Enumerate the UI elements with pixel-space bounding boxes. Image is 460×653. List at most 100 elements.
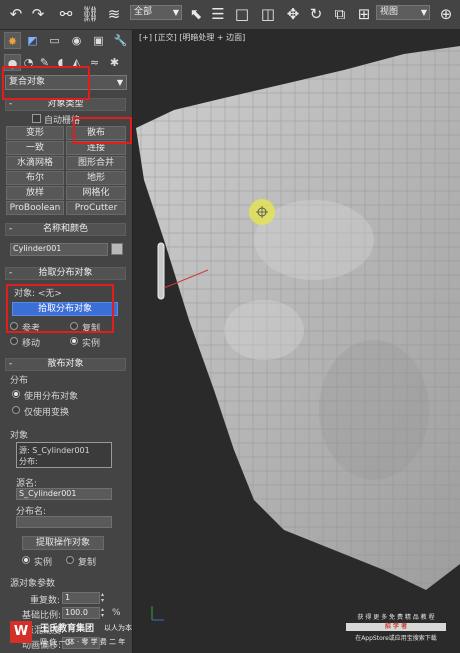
select-by-name-icon[interactable]: ☰: [208, 4, 228, 24]
reference-radio[interactable]: [10, 322, 18, 330]
unlink-icon[interactable]: ⛓: [80, 4, 100, 24]
redo-icon[interactable]: ↷: [28, 4, 48, 24]
bind-space-warp-icon[interactable]: ≋: [104, 4, 124, 24]
move-icon[interactable]: ✥: [283, 4, 303, 24]
cylinder-object[interactable]: [157, 242, 165, 300]
morph-button[interactable]: 变形: [6, 126, 64, 140]
pick-distribution-rollout-header[interactable]: - 拾取分布对象: [5, 267, 126, 280]
rect-select-icon[interactable]: □: [232, 4, 252, 24]
autogrid-checkbox[interactable]: [32, 114, 41, 123]
instance-radio[interactable]: [70, 337, 78, 345]
viewport-front[interactable]: [+] [正交] [明暗处理 + 边面]: [134, 30, 460, 653]
geometry-icon[interactable]: ●: [4, 54, 21, 71]
command-panel-tabs: ✸ ◩ ▭ ◉ ▣ 🔧: [0, 30, 132, 50]
extract-instance-radio[interactable]: [22, 556, 30, 564]
terrain-surface: [136, 46, 460, 590]
window-crossing-icon[interactable]: ◫: [258, 4, 278, 24]
extract-copy-radio[interactable]: [66, 556, 74, 564]
pick-distribution-button[interactable]: 拾取分布对象: [12, 302, 118, 316]
collapse-icon: -: [9, 359, 13, 369]
brand-slogan: 以人为本: [104, 624, 132, 632]
object-type-rollout-header[interactable]: - 对象类型: [5, 98, 126, 111]
autogrid-label: 自动栅格: [44, 116, 81, 126]
duplicates-spinner[interactable]: ▴ ▾: [101, 592, 107, 604]
terrain-button[interactable]: 地形: [66, 171, 126, 185]
reference-coord-dropdown[interactable]: 视图 ▼: [376, 5, 430, 20]
promo-line-1: 获 得 更 多 免 费 精 品 教 程: [357, 614, 435, 621]
blobmesh-button[interactable]: 水滴网格: [6, 156, 64, 170]
object-type-title: 对象类型: [47, 99, 84, 109]
viewport-scene: [136, 46, 460, 621]
connect-button[interactable]: 连接: [66, 141, 126, 155]
duplicates-input[interactable]: 1: [62, 592, 100, 604]
brand-logo-icon: W: [10, 621, 32, 643]
hierarchy-tab-icon[interactable]: ▭: [46, 32, 63, 49]
chevron-down-icon: ▼: [172, 8, 179, 17]
instance-radio-label: 实例: [82, 339, 101, 349]
space-warps-icon[interactable]: ≈: [86, 54, 103, 71]
view-axis-tripod: [151, 606, 164, 621]
use-distribution-label: 使用分布对象: [24, 392, 79, 402]
collapse-icon: -: [9, 268, 13, 278]
loft-button[interactable]: 放样: [6, 186, 64, 200]
base-scale-spinner[interactable]: ▴ ▾: [101, 607, 107, 619]
copy-radio[interactable]: [70, 322, 78, 330]
operand-distribution-item[interactable]: 分布:: [19, 456, 38, 467]
proboolean-button[interactable]: ProBoolean: [6, 201, 64, 215]
viewport-label[interactable]: [+] [正交] [明暗处理 + 边面]: [139, 32, 245, 43]
motion-tab-icon[interactable]: ◉: [68, 32, 85, 49]
mesher-button[interactable]: 网格化: [66, 186, 126, 200]
conform-button[interactable]: 一致: [6, 141, 64, 155]
use-distribution-radio[interactable]: [12, 390, 20, 398]
select-icon[interactable]: ⬉: [186, 4, 206, 24]
modify-tab-icon[interactable]: ◩: [24, 32, 41, 49]
object-name-input[interactable]: Cylinder001: [10, 243, 108, 256]
objects-group-label: 对象: [10, 431, 29, 441]
utilities-tab-icon[interactable]: 🔧: [112, 32, 129, 49]
cameras-icon[interactable]: ◖: [52, 54, 69, 71]
systems-icon[interactable]: ✱: [106, 54, 123, 71]
scatter-button[interactable]: 散布: [66, 126, 126, 140]
base-scale-label: 基础比例:: [22, 611, 62, 621]
scatter-gizmo[interactable]: [249, 199, 275, 225]
undo-icon[interactable]: ↶: [6, 4, 26, 24]
source-name-input[interactable]: S_Cylinder001: [16, 488, 112, 500]
link-icon[interactable]: ⚯: [56, 4, 76, 24]
reference-coord-value: 视图: [380, 7, 399, 17]
base-scale-unit: %: [112, 608, 121, 618]
selection-filter-dropdown[interactable]: 全部 ▼: [130, 5, 182, 20]
source-params-title: 源对象参数: [10, 579, 56, 589]
pivot-icon[interactable]: ⊕: [436, 4, 456, 24]
object-category-dropdown[interactable]: 复合对象 ▼: [5, 75, 127, 90]
use-transform-only-radio[interactable]: [12, 406, 20, 414]
helpers-icon[interactable]: ◭: [68, 54, 85, 71]
boolean-button[interactable]: 布尔: [6, 171, 64, 185]
distribution-group-label: 分布: [10, 376, 29, 386]
command-panel: ✸ ◩ ▭ ◉ ▣ 🔧 ● ◔ ✎ ◖ ◭ ≈ ✱ 复合对象 ▼ - 对象类型 …: [0, 30, 133, 653]
name-color-rollout-header[interactable]: - 名称和颜色: [5, 223, 126, 236]
display-tab-icon[interactable]: ▣: [90, 32, 107, 49]
chevron-down-icon: ▼: [116, 78, 123, 87]
reference-coord-icon[interactable]: ⊞: [354, 4, 374, 24]
scatter-objects-rollout-header[interactable]: - 散布对象: [5, 358, 126, 371]
move-radio[interactable]: [10, 337, 18, 345]
object-color-swatch[interactable]: [111, 243, 123, 255]
procutter-button[interactable]: ProCutter: [66, 201, 126, 215]
collapse-icon: -: [9, 99, 13, 109]
scale-icon[interactable]: ⧉: [330, 4, 350, 24]
name-color-title: 名称和颜色: [42, 224, 88, 234]
operand-source-item[interactable]: 源: S_Cylinder001: [19, 445, 90, 456]
extract-operand-button[interactable]: 提取操作对象: [22, 536, 104, 550]
extract-copy-label: 复制: [78, 558, 97, 568]
create-tab-icon[interactable]: ✸: [4, 32, 21, 49]
distribution-name-input[interactable]: [16, 516, 112, 528]
shapemerge-button[interactable]: 图形合并: [66, 156, 126, 170]
lights-icon[interactable]: ✎: [36, 54, 53, 71]
promo-line-2: 在AppStore或应用宝搜索下载: [355, 635, 437, 642]
rotate-icon[interactable]: ↻: [306, 4, 326, 24]
distribution-object-label: 对象: <无>: [14, 289, 62, 299]
base-scale-input[interactable]: 100.0: [62, 607, 100, 619]
shapes-icon[interactable]: ◔: [20, 54, 37, 71]
selection-filter-value: 全部: [134, 7, 153, 17]
operand-list[interactable]: 源: S_Cylinder001 分布:: [16, 442, 112, 468]
